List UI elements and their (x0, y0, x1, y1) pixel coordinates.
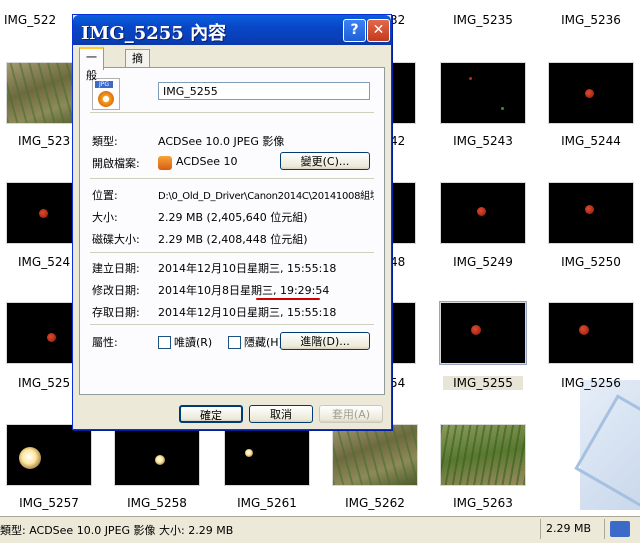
dialog-title: IMG_5255 內容 (81, 23, 227, 44)
file-label[interactable]: IMG_5261 (212, 496, 322, 510)
status-bar: 類型: ACDSee 10.0 JPEG 影像 大小: 2.29 MB 2.29… (0, 516, 640, 543)
thumb-img-5254[interactable] (390, 302, 416, 364)
file-label[interactable]: 48 (390, 255, 410, 269)
acdsee-app-icon (158, 156, 172, 170)
divider (90, 252, 374, 253)
readonly-checkbox[interactable] (158, 336, 171, 349)
divider (90, 324, 374, 325)
thumb-img-5242[interactable] (390, 62, 416, 124)
cancel-button[interactable]: 取消 (249, 405, 313, 423)
accessed-value: 2014年12月10日星期三, 15:55:18 (158, 306, 337, 319)
status-separator (604, 519, 605, 539)
apply-button[interactable]: 套用(A) (319, 405, 383, 423)
advanced-button[interactable]: 進階(D)... (280, 332, 370, 350)
thumb-img-5248[interactable] (390, 182, 416, 244)
thumb-img-5263[interactable] (440, 424, 526, 486)
moon-image (19, 447, 41, 469)
size-label: 大小: (92, 211, 118, 224)
thumb-img-5258[interactable] (114, 424, 200, 486)
status-separator (540, 519, 541, 539)
divider (90, 178, 374, 179)
acdsee-eye-icon (98, 91, 114, 107)
moon-image (47, 333, 56, 342)
title-bar[interactable]: IMG_5255 內容 ? ✕ (73, 15, 391, 45)
file-label[interactable]: IMG_5257 (0, 496, 104, 510)
file-label[interactable]: IMG_5262 (320, 496, 430, 510)
computer-icon (610, 521, 630, 537)
readonly-label[interactable]: 唯讀(R) (174, 334, 212, 350)
thumb-img-5244[interactable] (548, 62, 634, 124)
help-button[interactable]: ? (343, 19, 366, 42)
moon-image (477, 207, 486, 216)
file-label[interactable]: IMG_523 (18, 134, 72, 148)
divider (90, 112, 374, 113)
location-value: D:\0_Old_D_Driver\Canon2014C\20141008組坑與 (158, 191, 374, 202)
moon-image (39, 209, 48, 218)
modified-label: 修改日期: (92, 284, 140, 297)
file-label[interactable]: IMG_5249 (428, 255, 538, 269)
file-label[interactable]: IMG_5250 (536, 255, 640, 269)
file-label[interactable]: IMG_5243 (428, 134, 538, 148)
status-size: 2.29 MB (546, 522, 592, 535)
type-value: ACDSee 10.0 JPEG 影像 (158, 135, 285, 148)
accessed-label: 存取日期: (92, 306, 140, 319)
change-button[interactable]: 變更(C)... (280, 152, 370, 170)
tab-general[interactable]: 一般 (79, 47, 104, 82)
file-label[interactable]: IMG_524 (18, 255, 72, 269)
file-label[interactable]: 42 (390, 134, 410, 148)
type-label: 類型: (92, 135, 118, 148)
file-label-selected[interactable]: IMG_5255 (443, 376, 523, 390)
created-label: 建立日期: (92, 262, 140, 275)
disk-size-value: 2.29 MB (2,408,448 位元組) (158, 233, 308, 246)
filename-input[interactable]: IMG_5255 (158, 82, 370, 100)
moon-image (471, 325, 481, 335)
opens-with-label: 開啟檔案: (92, 157, 140, 170)
file-label[interactable]: IMG_5256 (536, 376, 640, 390)
file-label[interactable]: IMG_5258 (102, 496, 212, 510)
file-label[interactable]: IMG_5235 (428, 13, 538, 27)
hidden-checkbox[interactable] (228, 336, 241, 349)
star-dot (501, 107, 504, 110)
moon-image (155, 455, 165, 465)
star-dot (469, 77, 472, 80)
thumb-img-5262[interactable] (332, 424, 418, 486)
thumb-img-5250[interactable] (548, 182, 634, 244)
moon-image (245, 449, 253, 457)
hidden-label[interactable]: 隱藏(H) (244, 334, 283, 350)
file-label[interactable]: IMG_5263 (428, 496, 538, 510)
opens-with-value: ACDSee 10 (176, 155, 238, 168)
disk-size-label: 磁碟大小: (92, 233, 140, 246)
created-value: 2014年12月10日星期三, 15:55:18 (158, 262, 337, 275)
file-label[interactable]: IMG_5236 (536, 13, 640, 27)
moon-image (579, 325, 589, 335)
general-panel: JPG IMG_5255 類型: ACDSee 10.0 JPEG 影像 開啟檔… (79, 67, 385, 395)
moon-image (585, 89, 594, 98)
file-label[interactable]: IMG_525 (18, 376, 72, 390)
desktop-decoration (580, 380, 640, 510)
attributes-label: 屬性: (92, 336, 118, 349)
file-label[interactable]: IMG_5244 (536, 134, 640, 148)
close-button[interactable]: ✕ (367, 19, 390, 42)
location-label: 位置: (92, 189, 118, 202)
thumb-img-5256[interactable] (548, 302, 634, 364)
status-text: 類型: ACDSee 10.0 JPEG 影像 大小: 2.29 MB (0, 524, 234, 537)
size-value: 2.29 MB (2,405,640 位元組) (158, 211, 308, 224)
thumb-img-5261[interactable] (224, 424, 310, 486)
ok-button[interactable]: 確定 (179, 405, 243, 423)
file-label[interactable]: 54 (390, 376, 410, 390)
properties-dialog: IMG_5255 內容 ? ✕ 一般 摘要 JPG IMG_5255 類型: A… (72, 14, 392, 430)
red-underline-annotation (256, 298, 320, 300)
thumb-img-5249[interactable] (440, 182, 526, 244)
tab-summary[interactable]: 摘要 (125, 49, 150, 83)
file-label[interactable]: IMG_522 (4, 13, 74, 27)
thumb-img-5257[interactable] (6, 424, 92, 486)
thumb-img-5243[interactable] (440, 62, 526, 124)
modified-value: 2014年10月8日星期三, 19:29:54 (158, 284, 330, 297)
file-type-tag: JPG (95, 81, 113, 88)
moon-image (585, 205, 594, 214)
file-label[interactable]: 32 (390, 13, 410, 27)
thumb-img-5255[interactable] (439, 301, 527, 365)
